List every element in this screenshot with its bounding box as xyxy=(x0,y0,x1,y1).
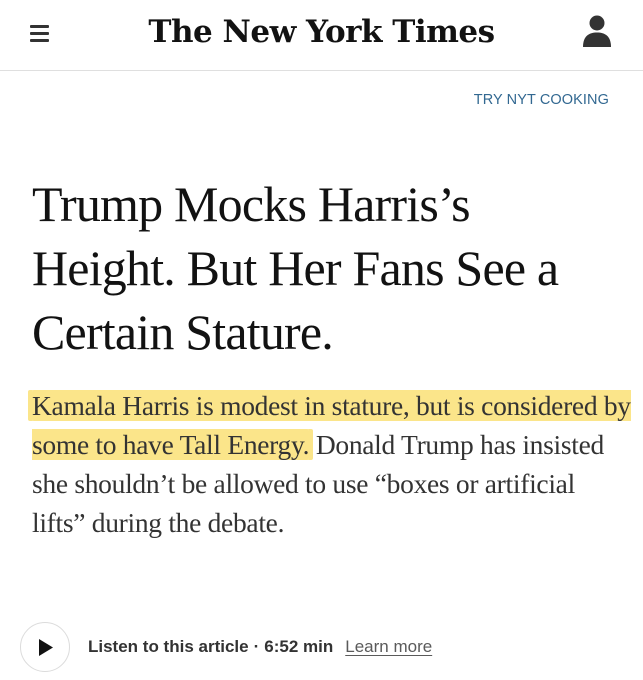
user-account-icon[interactable] xyxy=(582,14,612,50)
nyt-logo[interactable]: The New York Times xyxy=(0,10,643,54)
audio-duration: 6:52 min xyxy=(264,637,334,656)
site-header: The New York Times xyxy=(0,0,643,71)
play-icon xyxy=(39,639,53,656)
listen-info: Listen to this article · 6:52 min Learn mor… xyxy=(88,637,432,657)
article-summary: Kamala Harris is modest in stature, but … xyxy=(32,386,632,542)
listen-label: Listen to this article xyxy=(88,637,249,656)
article-headline: Trump Mocks Harris’s Height. But Her Fan… xyxy=(32,176,559,360)
learn-more-link[interactable]: Learn more xyxy=(345,637,432,656)
separator: · xyxy=(253,637,260,656)
play-button[interactable] xyxy=(20,622,70,672)
try-nyt-cooking-link[interactable]: TRY NYT COOKING xyxy=(474,92,609,108)
